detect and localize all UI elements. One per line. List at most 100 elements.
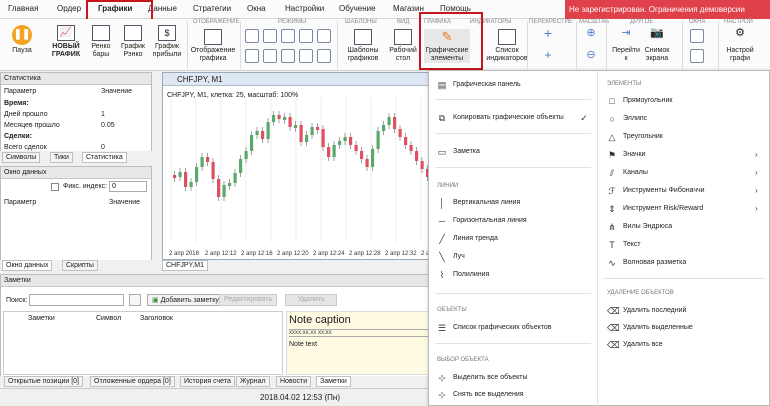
menu-line-item[interactable]: Луч	[453, 253, 465, 260]
menu-element-item[interactable]: Текст	[623, 241, 641, 248]
renko-chart-button[interactable]: График Рэнко	[118, 25, 148, 59]
tab-scripts[interactable]: Скрипты	[62, 260, 98, 271]
x-axis-label: 2 апр 12:12	[205, 251, 237, 257]
unregistered-warning[interactable]: Не зарегистрирован. Ограничения демоверс…	[565, 0, 770, 19]
candlestick-plot[interactable]: 2 апр 2018 2 апр 12:12 2 апр 12:16 2 апр 12…	[163, 87, 451, 259]
candle	[239, 159, 243, 173]
menu-windows[interactable]: Окна	[247, 4, 266, 13]
tab-data-window[interactable]: Окно данных	[2, 260, 53, 271]
menu-element-item[interactable]: Вилы Эндрюса	[623, 223, 672, 230]
ribbon-separator	[606, 21, 607, 69]
crosshair-icon[interactable]: +	[540, 26, 556, 40]
menu-element-item[interactable]: Эллипс	[623, 115, 647, 122]
desktop-button[interactable]: Рабочий стол	[388, 29, 418, 63]
menu-element-item[interactable]: Волновая разметка	[623, 259, 686, 266]
menu-graphic-panel[interactable]: Графическая панель	[453, 81, 521, 88]
tab-news[interactable]: Новости	[276, 376, 312, 387]
candle	[173, 175, 177, 178]
pause-button[interactable]: ❚❚ Пауза	[6, 25, 38, 55]
chart-window[interactable]: CHFJPY, M1 CHFJPY, M1, клетка: 25, масшт…	[162, 72, 452, 260]
tab-ticks[interactable]: Тики	[50, 152, 73, 163]
menu-element-item[interactable]: Значки	[623, 151, 645, 158]
tab-statistics[interactable]: Статистика	[82, 152, 127, 163]
mode-area-icon[interactable]	[299, 29, 313, 43]
zoom-in-icon[interactable]: ⊕	[584, 28, 598, 39]
edit-note-button[interactable]: Редактировать	[219, 294, 277, 306]
window-cascade-icon[interactable]	[690, 49, 704, 63]
mode-candles-icon[interactable]	[245, 29, 259, 43]
fix-index-checkbox[interactable]	[51, 183, 59, 191]
menu-separator	[435, 99, 591, 100]
menu-learning[interactable]: Обучение	[339, 4, 376, 13]
notes-search-clear-button[interactable]	[129, 294, 141, 306]
tab-account-history[interactable]: История счета	[180, 376, 235, 387]
menu-object-list[interactable]: Список графических объектов	[453, 324, 552, 331]
indicator-list-button[interactable]: Список индикаторов	[484, 29, 530, 63]
mode-volume-icon[interactable]	[317, 29, 331, 43]
desktop-label: Рабочий стол	[389, 47, 417, 62]
menu-line-item[interactable]: Полилиния	[453, 271, 489, 278]
mode-scale-icon[interactable]	[263, 49, 277, 63]
tab-journal[interactable]: Журнал	[236, 376, 270, 387]
templates-button[interactable]: Шаблоны графиков	[340, 29, 386, 63]
menu-element-item[interactable]: Инструменты Фибоначчи	[623, 187, 705, 194]
profit-chart-button[interactable]: $ График прибыли	[150, 25, 184, 59]
fix-index-input[interactable]: 0	[109, 181, 147, 192]
renko-bars-button[interactable]: Ренко бары	[86, 25, 116, 59]
tab-pending-orders[interactable]: Отложенные ордера [0]	[90, 376, 175, 387]
candle	[338, 141, 342, 145]
menu-element-item[interactable]: Каналы	[623, 169, 648, 176]
menu-home[interactable]: Главная	[8, 4, 38, 13]
candle	[255, 131, 259, 135]
menu-delete-item[interactable]: Удалить все	[623, 341, 663, 348]
display-chart-button[interactable]: Отображение графика	[190, 29, 236, 63]
menu-copy-objects[interactable]: Копировать графические объекты	[453, 114, 564, 121]
tab-symbols[interactable]: Символы	[2, 152, 41, 163]
new-chart-button[interactable]: 📈 НОВЫЙ ГРАФИК	[48, 25, 84, 59]
crosshair-sync-icon[interactable]: +	[540, 49, 556, 61]
mode-bars-icon[interactable]	[263, 29, 277, 43]
lines-heading: ЛИНИИ	[437, 183, 459, 189]
delete-note-button[interactable]: Удалить	[285, 294, 337, 306]
mode-sync-icon[interactable]	[317, 49, 331, 63]
mode-line-icon[interactable]	[281, 29, 295, 43]
group-label-zoom: МАСШТАБ	[579, 19, 610, 25]
menu-delete-item[interactable]: Удалить последний	[623, 307, 686, 314]
line-horizontal-icon: ─	[438, 216, 446, 226]
menu-settings[interactable]: Настройки	[285, 4, 324, 13]
deselect-all-icon: ⊹	[438, 390, 446, 400]
candle	[343, 137, 347, 141]
menu-delete-item[interactable]: Удалить выделенные	[623, 324, 693, 331]
menu-element-item[interactable]: Прямоугольник	[623, 97, 672, 104]
notes-col-symbol: Символ	[96, 315, 122, 322]
menu-element-item[interactable]: Треугольник	[623, 133, 663, 140]
menu-deselect-all[interactable]: Снять все выделения	[453, 391, 524, 398]
menu-note[interactable]: Заметка	[453, 148, 480, 155]
goto-button[interactable]: ⇥ Перейти к	[612, 28, 640, 63]
add-note-button[interactable]: ▣ Добавить заметку	[147, 294, 224, 306]
note-text: Note text	[289, 341, 318, 348]
mode-shift-icon[interactable]	[281, 49, 295, 63]
menu-line-item[interactable]: Вертикальная линия	[453, 199, 520, 206]
mode-doc-icon[interactable]	[299, 49, 313, 63]
notes-col-notes: Заметки	[28, 315, 55, 322]
delete-all-icon: ⌫	[607, 340, 620, 350]
snapshot-button[interactable]: 📷 Снимок экрана	[642, 28, 672, 63]
menu-strategies[interactable]: Стратегии	[193, 4, 231, 13]
tab-notes[interactable]: Заметки	[316, 376, 351, 387]
menu-order[interactable]: Ордер	[57, 4, 81, 13]
chart-settings-button[interactable]: ⚙ Настрой графи	[722, 28, 758, 63]
menu-select-all[interactable]: Выделить все объекты	[453, 374, 528, 381]
window-tile-icon[interactable]	[690, 29, 704, 43]
zoom-out-icon[interactable]: ⊖	[584, 50, 598, 61]
tab-open-positions[interactable]: Открытые позиции [0]	[4, 376, 83, 387]
tab-chfjpy[interactable]: CHFJPY,M1	[162, 260, 208, 271]
menu-line-item[interactable]: Линия тренда	[453, 235, 498, 242]
candle	[178, 172, 182, 177]
candle	[195, 167, 199, 182]
mode-grid-icon[interactable]	[245, 49, 259, 63]
templates-label: Шаблоны графиков	[347, 47, 379, 62]
notes-search-input[interactable]	[29, 294, 124, 306]
menu-line-item[interactable]: Горизонтальная линия	[453, 217, 527, 224]
menu-element-item[interactable]: Инструмент Risk/Reward	[623, 205, 703, 212]
